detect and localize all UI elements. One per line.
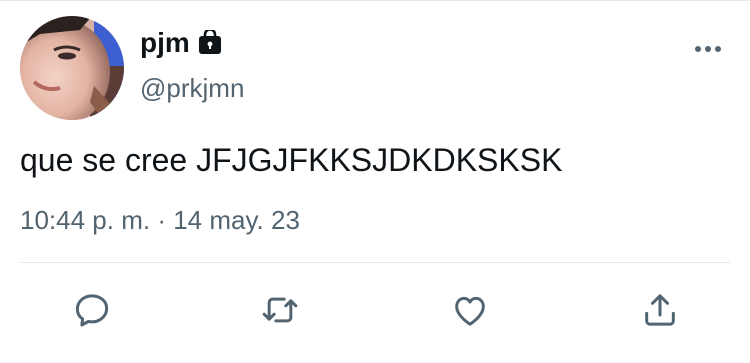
actions-divider: [20, 262, 730, 263]
tweet-date: 14 may. 23: [173, 205, 300, 235]
tweet-card: pjm @prkjmn que se cree JFJGJFKKSJDKDKSK…: [0, 0, 750, 363]
share-button[interactable]: [640, 290, 680, 330]
user-handle[interactable]: @prkjmn: [140, 72, 244, 104]
more-options-button[interactable]: [686, 36, 730, 62]
display-name[interactable]: pjm: [140, 26, 190, 60]
heart-icon: [455, 296, 485, 326]
like-button[interactable]: [450, 290, 490, 330]
more-icon: [695, 46, 721, 52]
meta-separator: ·: [157, 205, 166, 235]
retweet-button[interactable]: [260, 290, 300, 330]
top-divider: [0, 0, 750, 1]
tweet-time: 10:44 p. m.: [20, 205, 151, 235]
tweet-text: que se cree JFJGJFKKSJDKDKSKSK: [20, 142, 563, 178]
tweet-timestamp[interactable]: 10:44 p. m. · 14 may. 23: [20, 203, 300, 237]
name-row: pjm: [140, 26, 223, 60]
reply-icon: [75, 294, 109, 327]
retweet-icon: [262, 297, 298, 323]
reply-button[interactable]: [72, 290, 112, 330]
share-icon: [645, 294, 675, 326]
avatar[interactable]: [20, 16, 124, 120]
lock-icon: [197, 28, 223, 56]
avatar-photo: [20, 16, 124, 120]
